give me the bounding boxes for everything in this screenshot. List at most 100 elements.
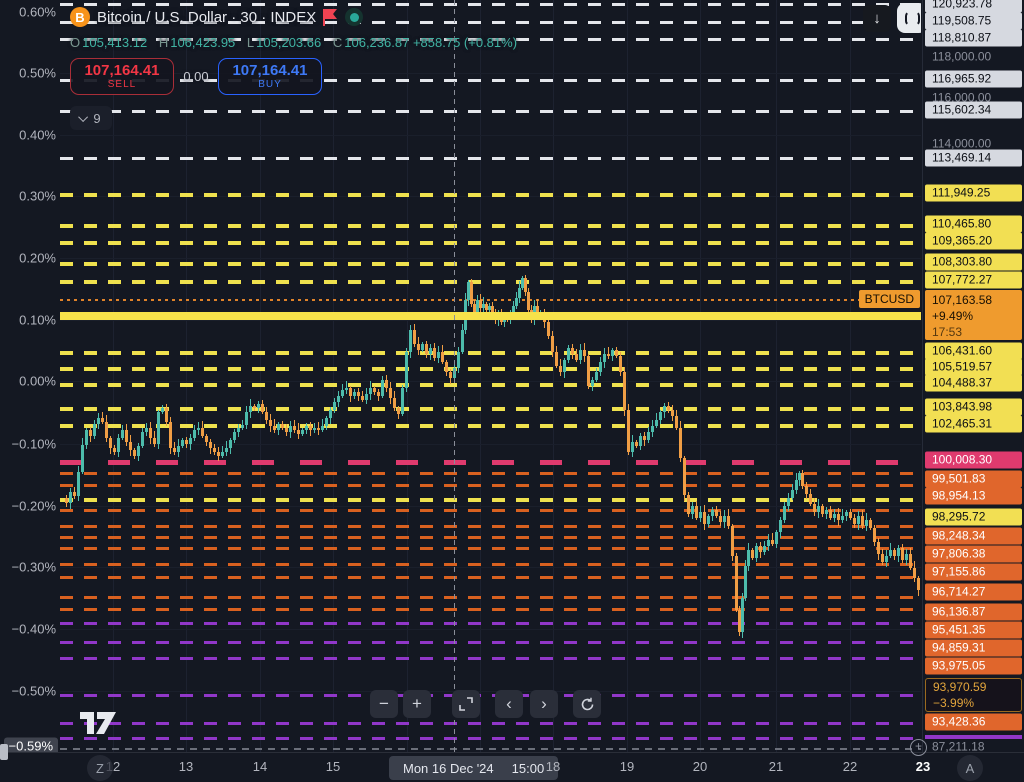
axis-zoom-button[interactable]: + (910, 739, 927, 756)
candle (169, 422, 172, 448)
zoom-in-button[interactable]: + (403, 690, 431, 718)
level-line-yellow (60, 224, 921, 228)
price-axis[interactable]: 120,923.78119,508.75118,810.87118,000.00… (922, 0, 1024, 752)
screenshot-button[interactable] (897, 3, 921, 33)
level-line-purple (60, 694, 921, 697)
candle (841, 516, 844, 520)
candle (157, 412, 160, 444)
download-icon: ↓ (873, 10, 881, 27)
candle (457, 352, 460, 368)
time-axis-tick: 23 (916, 759, 930, 774)
candle (913, 568, 916, 578)
candle (615, 350, 618, 356)
time-axis-tick: 18 (546, 759, 560, 774)
level-line-pink (60, 460, 921, 465)
flag-icon[interactable] (323, 9, 338, 26)
candle (177, 446, 180, 452)
percent-axis-label: −0.30% (12, 560, 56, 575)
price-label-white: 113,469.14 (925, 150, 1022, 167)
level-line-white (60, 157, 921, 160)
candle (313, 428, 316, 430)
candle (341, 390, 344, 396)
candle (105, 422, 108, 438)
candle (555, 352, 558, 366)
candle (321, 426, 324, 430)
open-value: 105,413.12 (82, 35, 147, 50)
candle (909, 554, 912, 568)
candle (89, 430, 92, 436)
candle (917, 578, 920, 590)
candle (241, 425, 244, 428)
buy-button[interactable]: 107,164.41 BUY (218, 58, 322, 95)
percent-axis[interactable]: 0.60%0.50%0.40%0.30%0.20%0.10%0.00%−0.10… (0, 0, 60, 752)
time-axis[interactable]: Mon 16 Dec '24 15:00 1213141518192021222… (0, 752, 1024, 782)
percent-axis-label: 0.50% (19, 66, 56, 81)
candle (635, 442, 638, 446)
level-line-yellow (60, 383, 921, 387)
grid-line (60, 629, 921, 630)
market-status-icon[interactable] (345, 8, 363, 26)
candle (647, 432, 650, 440)
candle (627, 410, 630, 452)
candle (703, 512, 706, 524)
level-line-purple (60, 737, 921, 740)
candle (145, 428, 148, 432)
candle (413, 330, 416, 344)
candle (333, 402, 336, 410)
corner-handle (0, 744, 8, 760)
bitcoin-logo-icon: B (70, 7, 90, 27)
chevron-left-icon: ‹ (506, 694, 512, 714)
chart-pane[interactable]: BTCUSD B Bitcoin / U.S. Dollar · 30 · IN… (60, 0, 921, 752)
candle (225, 448, 228, 452)
time-axis-tick: 15 (326, 759, 340, 774)
level-line-yellow (60, 193, 921, 197)
candle (281, 424, 284, 428)
a-button[interactable]: A (957, 755, 983, 781)
symbol-title[interactable]: Bitcoin / U.S. Dollar · 30 · INDEX (97, 9, 316, 26)
candle (885, 556, 888, 562)
candle (73, 492, 76, 496)
candle (671, 410, 674, 416)
close-value: 106,236.87 (344, 35, 409, 50)
candle (129, 442, 132, 450)
download-button[interactable]: ↓ (863, 5, 891, 32)
scroll-right-button[interactable]: › (530, 690, 558, 718)
buy-price: 107,164.41 (232, 62, 307, 79)
candle (445, 362, 448, 372)
candle (65, 498, 68, 503)
tradingview-logo[interactable] (80, 712, 116, 739)
countdown-selector[interactable]: 9 (70, 106, 112, 130)
candle (249, 406, 252, 412)
candle (779, 520, 782, 532)
candle (217, 452, 220, 456)
candle (905, 554, 908, 560)
crosshair-date-label: Mon 16 Dec '24 15:00 (389, 756, 558, 780)
price-label-alert[interactable]: 93,970.59−3.99% (925, 678, 1022, 712)
candle (683, 458, 686, 495)
grid-line (60, 381, 921, 382)
level-line-orange (60, 472, 921, 475)
ohlc-row: O105,413.12 H106,423.95 L105,203.66 C106… (70, 35, 517, 50)
level-line-yellow (60, 280, 921, 284)
candle (857, 516, 860, 524)
scroll-left-button[interactable]: ‹ (495, 690, 523, 718)
level-line-yellow (60, 424, 921, 428)
low-value: 105,203.66 (256, 35, 321, 50)
z-order-button[interactable]: Z (87, 755, 113, 781)
plus-circle-icon: + (915, 739, 922, 753)
reset-chart-button[interactable] (573, 690, 601, 718)
candle (433, 348, 436, 358)
candle (381, 380, 384, 396)
candle (429, 348, 432, 354)
fullscreen-button[interactable] (452, 690, 480, 718)
price-label-orange: 98,248.34 (925, 528, 1022, 545)
level-line-yellow (60, 367, 921, 371)
zoom-out-button[interactable]: − (370, 690, 398, 718)
candle (631, 442, 634, 452)
level-line-dotorange (60, 299, 921, 301)
sell-button[interactable]: 107,164.41 SELL (70, 58, 174, 95)
candle (809, 494, 812, 504)
candle (723, 516, 726, 522)
candle (405, 352, 408, 388)
candle (611, 350, 614, 356)
